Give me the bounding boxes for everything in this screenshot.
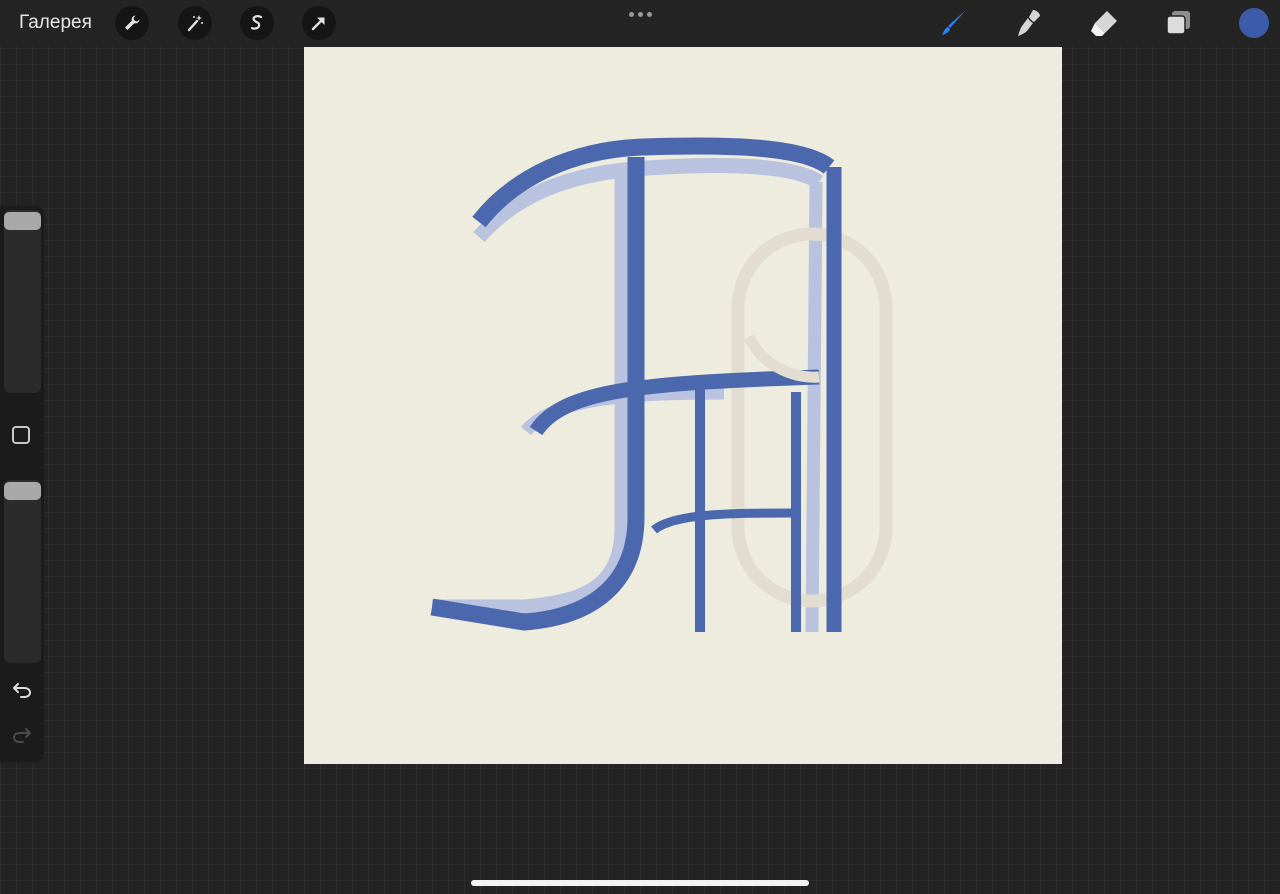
undo-icon xyxy=(13,683,32,698)
actions-wrench-button[interactable] xyxy=(115,6,149,40)
redo-button[interactable] xyxy=(10,724,34,746)
layers-icon xyxy=(1166,11,1190,35)
eraser-tool-button[interactable] xyxy=(1088,7,1120,39)
brush-size-slider[interactable] xyxy=(4,210,41,393)
gallery-button[interactable]: Галерея xyxy=(19,12,92,34)
drawing-canvas[interactable] xyxy=(304,47,1062,764)
home-indicator xyxy=(471,880,809,886)
wrench-icon xyxy=(125,15,140,30)
undo-button[interactable] xyxy=(10,679,34,701)
transform-arrow-icon xyxy=(311,17,325,31)
brush-tool-button[interactable] xyxy=(938,7,970,39)
color-picker-button[interactable] xyxy=(1239,8,1269,38)
smudge-tool-button[interactable] xyxy=(1013,7,1045,39)
brush-icon xyxy=(942,10,966,35)
opacity-thumb[interactable] xyxy=(4,482,41,500)
layers-button[interactable] xyxy=(1163,7,1195,39)
redo-icon xyxy=(12,728,31,743)
top-toolbar: Галерея xyxy=(0,0,1280,46)
ellipsis-icon xyxy=(628,11,634,17)
monogram-artwork xyxy=(430,137,893,633)
left-sidebar xyxy=(0,206,44,762)
eraser-icon xyxy=(1091,11,1117,36)
transform-button[interactable] xyxy=(302,6,336,40)
opacity-slider[interactable] xyxy=(4,480,41,663)
selection-button[interactable] xyxy=(240,6,274,40)
magic-wand-icon xyxy=(187,15,203,32)
smudge-icon xyxy=(1018,10,1040,36)
modify-button-square-icon[interactable] xyxy=(12,426,30,444)
adjustments-button[interactable] xyxy=(178,6,212,40)
brush-size-thumb[interactable] xyxy=(4,212,41,230)
selection-icon xyxy=(250,15,263,30)
more-options-button[interactable] xyxy=(624,9,656,19)
